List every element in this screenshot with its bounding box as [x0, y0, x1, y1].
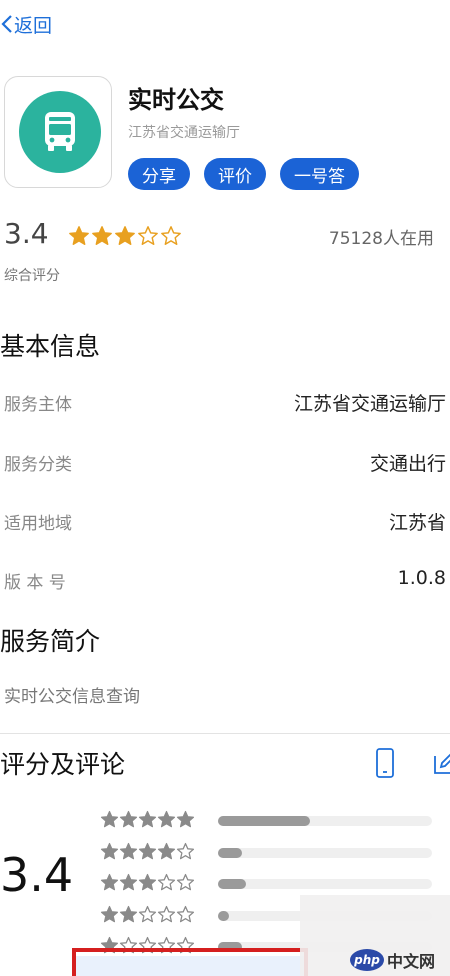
info-row: 适用地域 江苏省	[0, 501, 450, 541]
star-filled-icon	[69, 226, 89, 245]
back-label: 返回	[14, 14, 53, 37]
distribution-bar-track	[218, 847, 432, 858]
intro-text: 实时公交信息查询	[4, 687, 140, 707]
app-name: 实时公交	[128, 86, 224, 114]
distribution-bar-fill	[218, 816, 311, 826]
info-value: 交通出行	[369, 453, 446, 475]
star-filled-icon	[119, 905, 138, 922]
star-filled-icon	[138, 810, 157, 828]
rating-score: 3.4	[4, 217, 49, 250]
info-label: 适用地域	[4, 514, 72, 534]
star-filled-icon	[138, 873, 157, 891]
star-empty-icon	[138, 226, 158, 245]
info-value: 江苏省交通运输厅	[293, 393, 446, 415]
star-rating	[68, 225, 182, 247]
rating-caption: 综合评分	[4, 268, 60, 284]
star-filled-icon	[119, 810, 138, 828]
star-empty-icon	[157, 905, 176, 922]
info-value: 江苏省	[388, 512, 446, 534]
star-filled-icon	[115, 226, 135, 245]
distribution-row	[100, 842, 440, 864]
intro-title: 服务简介	[0, 627, 101, 656]
big-rating-score: 3.4	[0, 848, 74, 902]
users-count: 75128人在用	[328, 229, 434, 249]
distribution-row	[100, 810, 440, 832]
distribution-stars	[100, 905, 195, 924]
distribution-stars	[100, 842, 195, 861]
back-button[interactable]: 返回	[0, 8, 52, 40]
distribution-bar-track	[218, 816, 432, 826]
app-icon	[4, 76, 112, 188]
star-empty-icon	[176, 905, 195, 922]
distribution-row	[100, 873, 440, 895]
info-label: 服务主体	[4, 395, 72, 415]
star-filled-icon	[100, 905, 119, 922]
distribution-bar-track	[218, 879, 432, 889]
star-empty-icon	[157, 873, 176, 891]
top-bar: 返回	[0, 0, 450, 48]
action-buttons: 分享 评价 一号答	[128, 158, 359, 190]
star-empty-icon	[138, 905, 157, 922]
star-filled-icon	[92, 226, 112, 245]
rating-summary: 3.4 75128人在用 综合评分	[0, 215, 450, 290]
info-row: 版 本 号 1.0.8	[0, 560, 450, 600]
app-developer: 江苏省交通运输厅	[128, 125, 240, 141]
red-highlight-box	[72, 948, 308, 976]
info-value: 1.0.8	[397, 567, 446, 589]
star-filled-icon	[100, 842, 119, 859]
bus-icon	[19, 91, 101, 173]
review-button[interactable]: 评价	[204, 158, 266, 190]
star-filled-icon	[119, 873, 138, 891]
star-filled-icon	[100, 810, 119, 828]
star-empty-icon	[161, 226, 181, 245]
star-filled-icon	[138, 842, 157, 859]
star-filled-icon	[157, 842, 176, 859]
app-header: 实时公交 江苏省交通运输厅 分享 评价 一号答	[0, 72, 450, 192]
distribution-bar-fill	[218, 847, 242, 858]
phone-icon[interactable]	[375, 748, 395, 778]
watermark-logo: php	[350, 949, 384, 971]
share-button[interactable]: 分享	[128, 158, 190, 190]
star-filled-icon	[176, 810, 195, 828]
edit-icon[interactable]	[432, 750, 450, 776]
star-filled-icon	[157, 810, 176, 828]
watermark: php 中文网	[350, 948, 435, 972]
chevron-left-icon	[1, 15, 12, 33]
info-row: 服务分类 交通出行	[0, 442, 450, 482]
distribution-bar-fill	[218, 879, 246, 889]
basic-info-title: 基本信息	[0, 332, 101, 361]
distribution-stars	[100, 873, 195, 892]
info-label: 版 本 号	[4, 573, 66, 593]
reviews-title: 评分及评论	[0, 750, 126, 779]
star-filled-icon	[100, 873, 119, 891]
info-row: 服务主体 江苏省交通运输厅	[0, 382, 450, 422]
distribution-bar-fill	[218, 910, 229, 921]
info-label: 服务分类	[4, 455, 72, 475]
star-filled-icon	[119, 842, 138, 859]
star-empty-icon	[176, 842, 195, 859]
star-empty-icon	[176, 873, 195, 891]
one-answer-button[interactable]: 一号答	[280, 158, 359, 190]
watermark-text: 中文网	[387, 952, 436, 971]
distribution-stars	[100, 810, 195, 829]
divider	[0, 733, 450, 734]
